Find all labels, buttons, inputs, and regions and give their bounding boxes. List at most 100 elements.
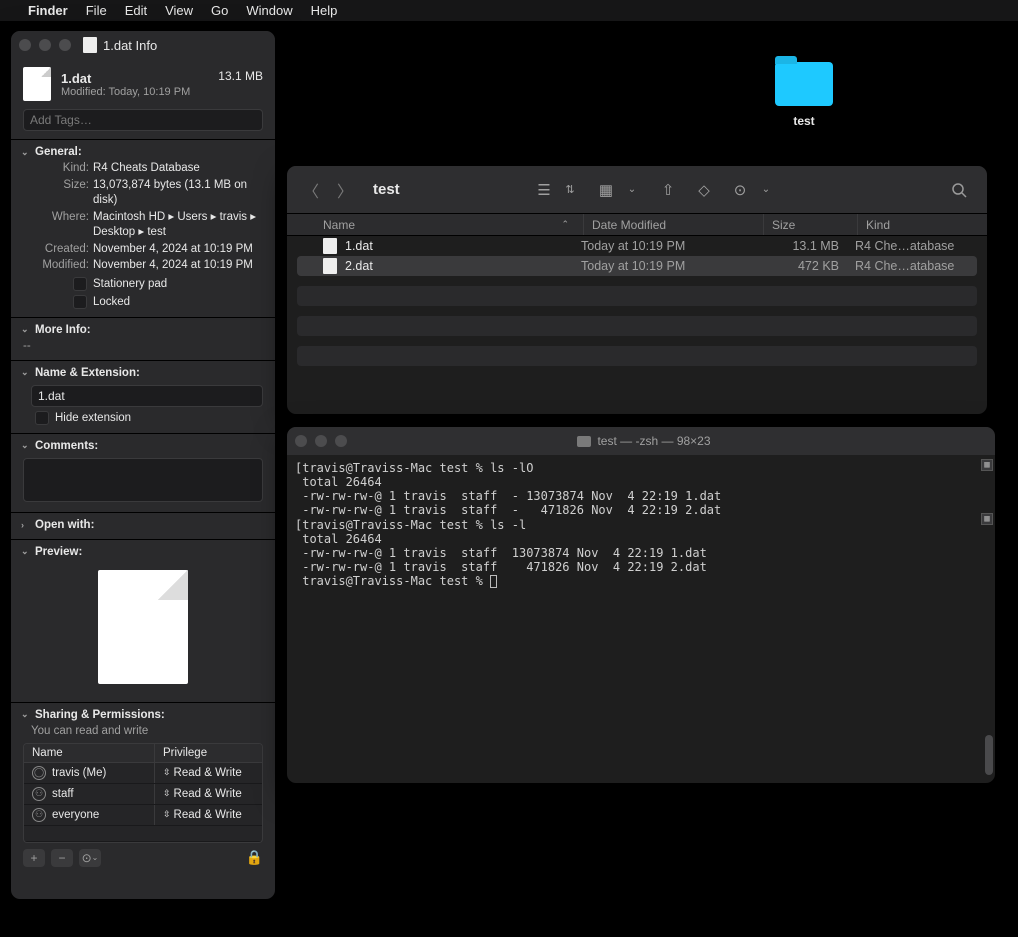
file-size: 13.1 MB (753, 239, 847, 253)
perm-row[interactable]: ⚇everyone ⇳Read & Write (24, 805, 262, 826)
section-openwith: › Open with: (11, 512, 275, 539)
file-size: 472 KB (753, 259, 847, 273)
chevron-down-icon: ⌄ (21, 324, 31, 335)
info-header: 1.dat Modified: Today, 10:19 PM 13.1 MB (11, 59, 275, 105)
perm-name: everyone (52, 809, 99, 821)
col-header-kind[interactable]: Kind (857, 214, 987, 235)
perm-name: travis (Me) (52, 767, 106, 779)
hide-extension-label: Hide extension (55, 412, 131, 424)
locked-label: Locked (93, 296, 130, 308)
action-menu-button[interactable]: ⊙⌄ (79, 849, 101, 867)
perm-priv: Read & Write (174, 788, 242, 800)
tag-icon[interactable]: ◇ (693, 181, 715, 199)
section-header-name-ext[interactable]: ⌄ Name & Extension: (11, 365, 275, 381)
file-name: 1.dat (345, 239, 373, 253)
label-where: Where: (35, 210, 89, 241)
section-header-preview[interactable]: ⌄ Preview: (11, 544, 275, 560)
section-title: Comments: (35, 440, 98, 452)
info-file-name: 1.dat (61, 71, 208, 86)
add-user-button[interactable]: + (23, 849, 45, 867)
perm-header-name[interactable]: Name (24, 744, 154, 762)
scrollbar-thumb[interactable] (985, 735, 993, 775)
desktop-folder-label: test (772, 114, 836, 128)
tags-input[interactable]: Add Tags… (23, 109, 263, 131)
stationery-checkbox[interactable] (73, 277, 87, 291)
menu-view[interactable]: View (165, 3, 193, 18)
menu-edit[interactable]: Edit (125, 3, 147, 18)
app-menu[interactable]: Finder (28, 3, 68, 18)
section-header-moreinfo[interactable]: ⌄ More Info: (11, 322, 275, 338)
finder-toolbar: 〈 〉 test ☰ ⇅ ▦ ⌄ ⇧ ◇ ⊙ ⌄ (287, 166, 987, 214)
updown-icon: ⇳ (163, 788, 171, 799)
info-modified-label: Modified: (61, 86, 106, 98)
col-header-name[interactable]: Name⌃ (287, 214, 583, 235)
term-line: -rw-rw-rw-@ 1 travis staff - 13073874 No… (295, 489, 721, 503)
file-row[interactable]: 2.dat Today at 10:19 PM 472 KB R4 Che…at… (297, 256, 977, 276)
search-icon[interactable] (951, 182, 973, 198)
info-titlebar[interactable]: 1.dat Info (11, 31, 275, 59)
zoom-button[interactable] (59, 39, 71, 51)
updown-icon[interactable]: ⇅ (559, 183, 581, 196)
perm-row[interactable]: ⚇staff ⇳Read & Write (24, 784, 262, 805)
section-title: Sharing & Permissions: (35, 709, 165, 721)
section-moreinfo: ⌄ More Info: -- (11, 317, 275, 360)
file-date: Today at 10:19 PM (573, 239, 753, 253)
group-icon[interactable]: ▦ (595, 181, 617, 199)
value-created: November 4, 2024 at 10:19 PM (93, 242, 263, 258)
locked-checkbox[interactable] (73, 295, 87, 309)
menu-window[interactable]: Window (246, 3, 292, 18)
label-kind: Kind: (35, 161, 89, 177)
share-icon[interactable]: ⇧ (657, 181, 679, 199)
remove-user-button[interactable]: − (51, 849, 73, 867)
folder-icon (775, 62, 833, 106)
chevron-down-icon[interactable]: ⌄ (755, 184, 777, 195)
more-icon[interactable]: ⊙ (729, 181, 751, 199)
forward-button[interactable]: 〉 (335, 178, 355, 202)
traffic-lights (295, 435, 347, 447)
terminal-titlebar[interactable]: test — -zsh — 98×23 (287, 427, 995, 455)
chevron-down-icon[interactable]: ⌄ (621, 184, 643, 195)
back-button[interactable]: 〈 (301, 178, 321, 202)
desktop-folder-test[interactable]: test (772, 62, 836, 128)
person-icon: ◯ (32, 766, 46, 780)
cursor-icon (490, 575, 497, 588)
chevron-down-icon: ⌄ (21, 440, 31, 451)
section-header-openwith[interactable]: › Open with: (11, 517, 275, 533)
term-line: travis@Traviss-Mac test % (295, 574, 490, 588)
value-modified: November 4, 2024 at 10:19 PM (93, 258, 263, 274)
col-header-size[interactable]: Size (763, 214, 857, 235)
section-general: ⌄ General: Kind:R4 Cheats Database Size:… (11, 139, 275, 317)
lock-icon[interactable]: 🔒 (246, 849, 263, 866)
document-icon (323, 258, 337, 274)
name-extension-input[interactable]: 1.dat (31, 385, 263, 407)
minimize-button[interactable] (39, 39, 51, 51)
view-list-icon[interactable]: ☰ (533, 181, 555, 199)
zoom-button[interactable] (335, 435, 347, 447)
col-header-date[interactable]: Date Modified (583, 214, 763, 235)
hide-extension-checkbox[interactable] (35, 411, 49, 425)
perm-header-priv[interactable]: Privilege (154, 744, 262, 762)
section-header-sharing[interactable]: ⌄ Sharing & Permissions: (11, 707, 275, 723)
menubar: Finder File Edit View Go Window Help (0, 0, 1018, 22)
label-modified: Modified: (35, 258, 89, 274)
file-row[interactable]: 1.dat Today at 10:19 PM 13.1 MB R4 Che…a… (297, 236, 977, 256)
value-kind: R4 Cheats Database (93, 161, 263, 177)
comments-input[interactable] (23, 458, 263, 502)
terminal-body[interactable]: [travis@Traviss-Mac test % ls -lO ] tota… (287, 455, 995, 783)
terminal-title: test — -zsh — 98×23 (597, 434, 710, 448)
row-stripe (297, 316, 977, 336)
menu-go[interactable]: Go (211, 3, 228, 18)
close-button[interactable] (295, 435, 307, 447)
minimize-button[interactable] (315, 435, 327, 447)
section-header-comments[interactable]: ⌄ Comments: (11, 438, 275, 454)
close-button[interactable] (19, 39, 31, 51)
section-title: General: (35, 146, 82, 158)
menu-help[interactable]: Help (311, 3, 338, 18)
section-title: Open with: (35, 519, 94, 531)
menu-file[interactable]: File (86, 3, 107, 18)
term-line: total 26464 (295, 475, 382, 489)
section-header-general[interactable]: ⌄ General: (11, 144, 275, 160)
file-date: Today at 10:19 PM (573, 259, 753, 273)
perm-row[interactable]: ◯travis (Me) ⇳Read & Write (24, 763, 262, 784)
section-title: Preview: (35, 546, 82, 558)
